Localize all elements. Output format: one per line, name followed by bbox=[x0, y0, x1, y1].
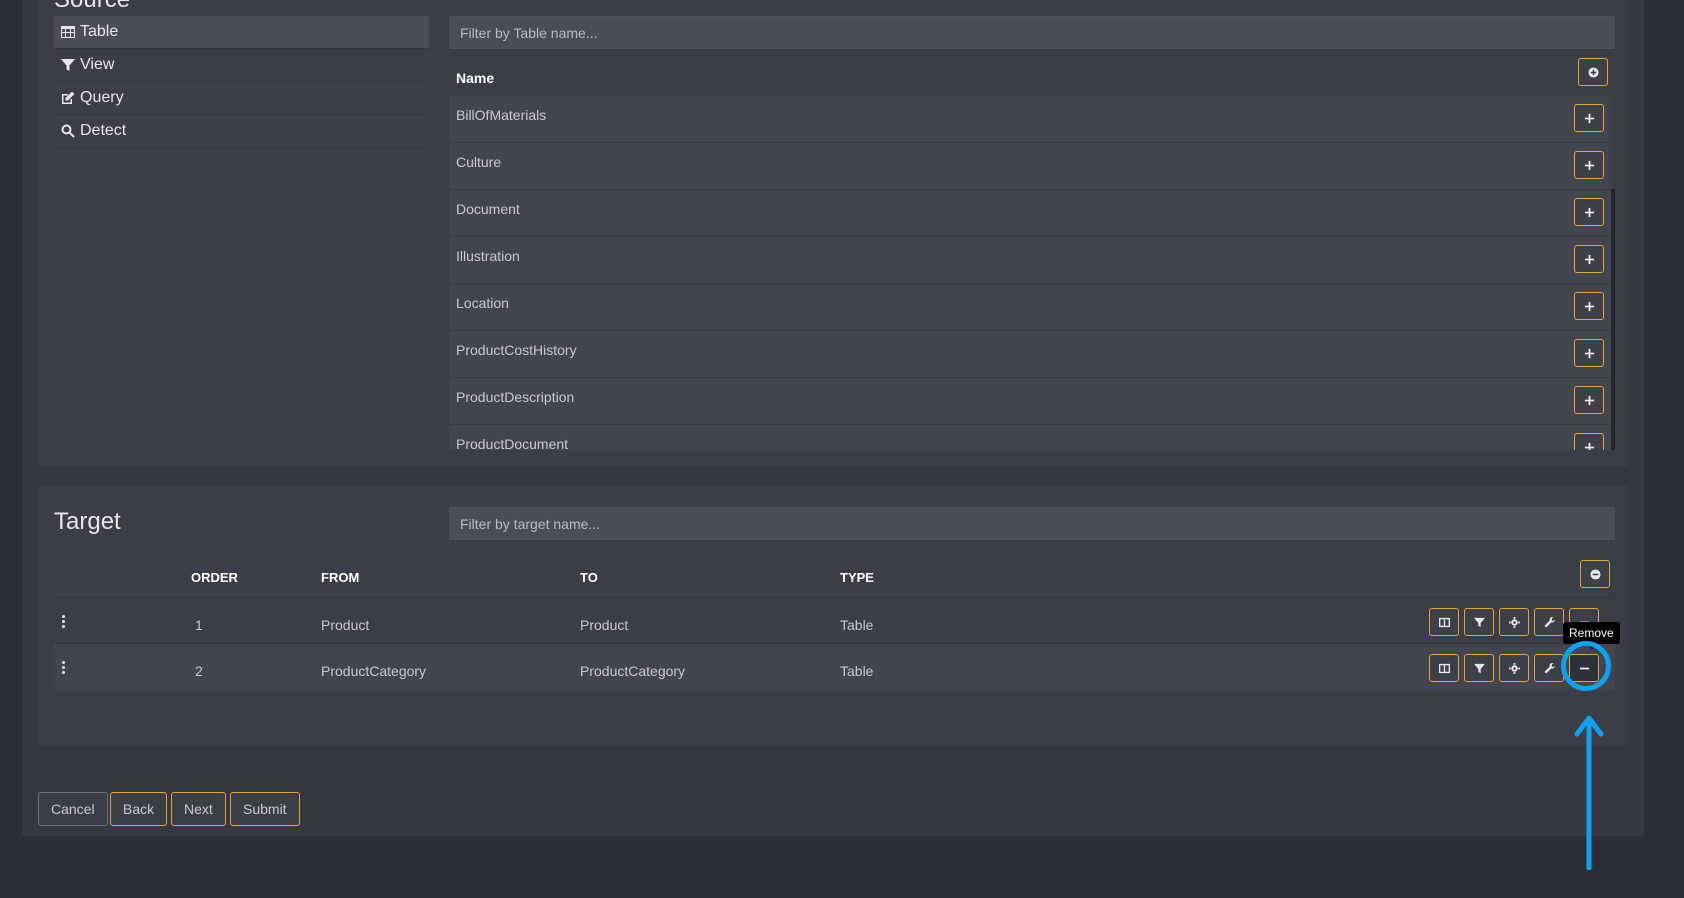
filter-icon bbox=[1473, 663, 1485, 673]
add-button[interactable] bbox=[1574, 198, 1604, 226]
plus-circle-icon bbox=[1587, 66, 1599, 78]
add-all-button[interactable] bbox=[1578, 58, 1608, 86]
filter-icon bbox=[1473, 617, 1485, 627]
menu-item-label: Table bbox=[80, 23, 119, 40]
to-cell: Product bbox=[580, 617, 629, 633]
search-icon bbox=[61, 124, 75, 138]
table-row: Location bbox=[449, 284, 1611, 331]
source-type-menu: Table View Query Detect bbox=[54, 16, 429, 148]
settings-button[interactable] bbox=[1499, 608, 1529, 636]
table-row: ProductDescription bbox=[449, 378, 1611, 425]
source-table-body[interactable]: BillOfMaterials Culture Document Illustr… bbox=[449, 96, 1615, 450]
from-cell: ProductCategory bbox=[321, 663, 427, 679]
columns-button[interactable] bbox=[1429, 654, 1459, 682]
source-table-header: Name bbox=[449, 52, 1611, 96]
plus-icon bbox=[1584, 207, 1594, 217]
row-name: Document bbox=[456, 201, 520, 217]
order-cell: 1 bbox=[195, 617, 203, 633]
table-icon bbox=[61, 26, 75, 38]
submit-button[interactable]: Submit bbox=[230, 792, 300, 826]
type-cell: Table bbox=[840, 663, 874, 679]
to-column-header: TO bbox=[580, 570, 598, 585]
drag-handle-icon[interactable] bbox=[62, 661, 66, 676]
plus-icon bbox=[1584, 301, 1594, 311]
annotation-arrow-icon bbox=[1574, 715, 1604, 870]
row-name: Location bbox=[456, 295, 509, 311]
row-name: ProductDescription bbox=[456, 389, 575, 405]
target-title: Target bbox=[54, 508, 121, 535]
plus-icon bbox=[1584, 442, 1594, 450]
from-cell: Product bbox=[321, 617, 370, 633]
to-cell: ProductCategory bbox=[580, 663, 686, 679]
scrollbar[interactable] bbox=[1611, 189, 1615, 450]
columns-button[interactable] bbox=[1429, 608, 1459, 636]
add-button[interactable] bbox=[1574, 245, 1604, 273]
table-row: Document bbox=[449, 190, 1611, 237]
filter-button[interactable] bbox=[1464, 608, 1494, 636]
target-filter-input[interactable] bbox=[449, 507, 1615, 540]
menu-item-label: View bbox=[80, 56, 115, 73]
menu-item-label: Detect bbox=[80, 122, 127, 139]
plus-icon bbox=[1584, 160, 1594, 170]
table-row: Culture bbox=[449, 143, 1611, 190]
menu-item-view[interactable]: View bbox=[54, 49, 429, 82]
source-panel: Source Table View Query Detect Name Bill… bbox=[38, 0, 1629, 466]
next-button[interactable]: Next bbox=[171, 792, 226, 826]
source-title: Source bbox=[54, 0, 130, 14]
order-column-header: ORDER bbox=[191, 570, 238, 585]
filter-icon bbox=[61, 59, 75, 71]
table-row: 1 Product Product Table bbox=[54, 597, 1615, 644]
add-button[interactable] bbox=[1574, 104, 1604, 132]
row-name: Illustration bbox=[456, 248, 520, 264]
gear-icon bbox=[1508, 616, 1520, 628]
back-button[interactable]: Back bbox=[110, 792, 168, 826]
add-button[interactable] bbox=[1574, 433, 1604, 450]
cancel-button[interactable]: Cancel bbox=[38, 792, 108, 826]
settings-button[interactable] bbox=[1499, 654, 1529, 682]
name-column-header: Name bbox=[456, 70, 495, 86]
mapping-button[interactable] bbox=[1534, 654, 1564, 682]
row-name: Culture bbox=[456, 154, 502, 170]
add-button[interactable] bbox=[1574, 151, 1604, 179]
mapping-button[interactable] bbox=[1534, 608, 1564, 636]
plus-icon bbox=[1584, 395, 1594, 405]
target-table-header: ORDER FROM TO TYPE bbox=[54, 546, 1615, 588]
menu-item-detect[interactable]: Detect bbox=[54, 115, 429, 148]
drag-handle-icon[interactable] bbox=[62, 615, 66, 630]
table-row: ProductCostHistory bbox=[449, 331, 1611, 378]
menu-item-label: Query bbox=[80, 89, 124, 106]
wrench-icon bbox=[1543, 662, 1555, 674]
plus-icon bbox=[1584, 113, 1594, 123]
filter-button[interactable] bbox=[1464, 654, 1494, 682]
edit-icon bbox=[62, 91, 75, 104]
row-name: ProductDocument bbox=[456, 436, 569, 450]
wrench-icon bbox=[1543, 616, 1555, 628]
table-row: Illustration bbox=[449, 237, 1611, 284]
table-row: 2 ProductCategory ProductCategory Table bbox=[54, 643, 1615, 690]
highlight-ring bbox=[1561, 641, 1611, 691]
from-column-header: FROM bbox=[321, 570, 360, 585]
add-button[interactable] bbox=[1574, 339, 1604, 367]
minus-circle-icon bbox=[1589, 568, 1601, 580]
remove-all-button[interactable] bbox=[1580, 560, 1610, 588]
add-button[interactable] bbox=[1574, 386, 1604, 414]
gear-icon bbox=[1508, 662, 1520, 674]
plus-icon bbox=[1584, 348, 1594, 358]
order-cell: 2 bbox=[195, 663, 203, 679]
columns-icon bbox=[1438, 663, 1450, 673]
menu-item-table[interactable]: Table bbox=[54, 16, 429, 49]
type-column-header: TYPE bbox=[840, 570, 874, 585]
columns-icon bbox=[1438, 617, 1450, 627]
add-button[interactable] bbox=[1574, 292, 1604, 320]
row-name: BillOfMaterials bbox=[456, 107, 547, 123]
target-panel: Target ORDER FROM TO TYPE 1 Product Prod… bbox=[38, 486, 1629, 745]
table-row: ProductDocument bbox=[449, 425, 1611, 450]
plus-icon bbox=[1584, 254, 1594, 264]
type-cell: Table bbox=[840, 617, 874, 633]
table-row: BillOfMaterials bbox=[449, 96, 1611, 143]
menu-item-query[interactable]: Query bbox=[54, 82, 429, 115]
row-name: ProductCostHistory bbox=[456, 342, 577, 358]
source-filter-input[interactable] bbox=[449, 16, 1615, 49]
